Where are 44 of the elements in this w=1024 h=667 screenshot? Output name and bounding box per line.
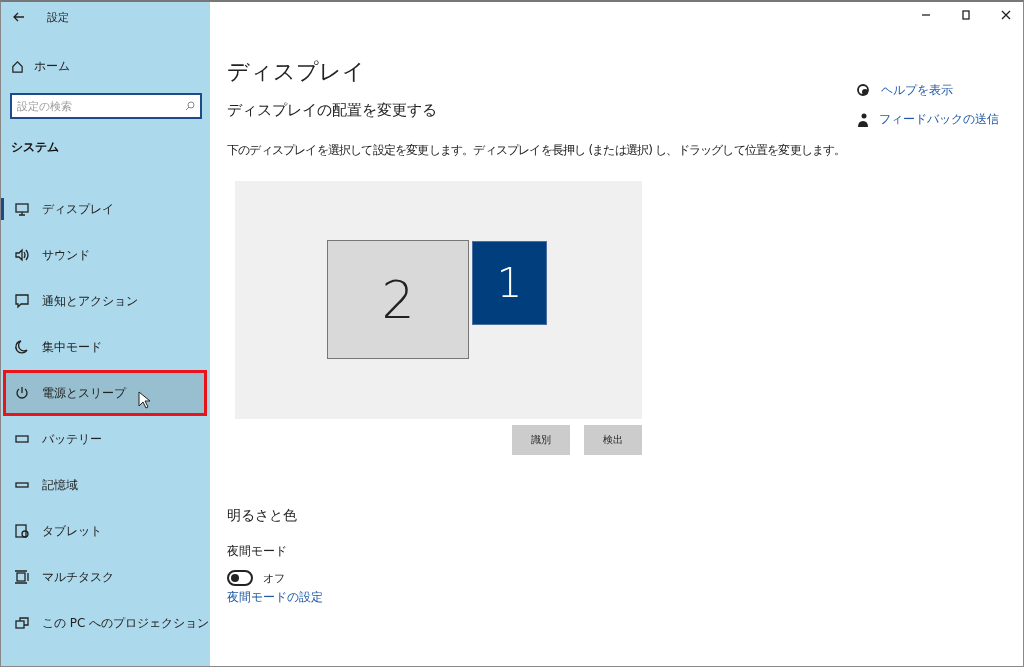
multitask-icon xyxy=(14,569,30,585)
toggle-state: オフ xyxy=(263,570,285,586)
speaker-icon xyxy=(14,247,30,263)
monitor-tile[interactable]: 2 xyxy=(327,240,469,359)
sidebar-item[interactable]: 通知とアクション xyxy=(1,278,210,324)
sidebar-item[interactable]: ディスプレイ xyxy=(1,186,210,232)
sidebar-item[interactable]: サウンド xyxy=(1,232,210,278)
home-icon xyxy=(11,60,24,73)
maximize-icon[interactable] xyxy=(961,10,971,20)
sidebar-item[interactable]: この PC へのプロジェクション xyxy=(1,600,210,646)
sidebar-item[interactable]: 電源とスリープ xyxy=(3,370,207,416)
back-arrow-icon[interactable] xyxy=(13,12,25,22)
power-icon xyxy=(14,385,30,401)
sidebar-item[interactable]: 記憶域 xyxy=(1,462,210,508)
tablet-icon xyxy=(14,523,30,539)
action-button[interactable]: 検出 xyxy=(584,425,642,455)
monitor-tile[interactable]: 1 xyxy=(472,241,547,325)
section-heading: 明るさと色 xyxy=(227,507,298,525)
home-link[interactable]: ホーム xyxy=(1,32,210,75)
sidebar-item[interactable]: 集中モード xyxy=(1,324,210,370)
speech-bubble-icon xyxy=(14,293,30,309)
action-button[interactable]: 識別 xyxy=(512,425,570,455)
help-link[interactable]: フィードバックの送信 xyxy=(857,111,999,128)
projection-icon xyxy=(14,615,30,631)
help-icon xyxy=(857,83,871,98)
person-icon xyxy=(857,112,869,127)
toggle-switch[interactable] xyxy=(227,570,253,586)
cursor-icon xyxy=(138,391,150,409)
search-field[interactable]: 設定の検索 xyxy=(10,93,202,119)
sidebar-item[interactable]: タブレット xyxy=(1,508,210,554)
sidebar-item[interactable]: バッテリー xyxy=(1,416,210,462)
setting-label: 夜間モード xyxy=(227,543,288,560)
settings-link[interactable]: 夜間モードの設定 xyxy=(227,590,323,604)
description: 下のディスプレイを選択して設定を変更します。ディスプレイを長押し (または選択) し、ドラッグして位置を変更します。 xyxy=(227,142,847,159)
help-link[interactable]: ヘルプを表示 xyxy=(857,82,999,99)
search-icon xyxy=(185,101,195,111)
section-heading: システム xyxy=(10,139,60,156)
monitor-icon xyxy=(14,201,30,217)
section-heading: ディスプレイの配置を変更する xyxy=(227,101,438,120)
close-icon[interactable] xyxy=(1001,10,1011,20)
window-title: 設定 xyxy=(47,9,69,25)
sidebar-item[interactable]: マルチタスク xyxy=(1,554,210,600)
moon-icon xyxy=(14,339,30,355)
page-title: ディスプレイ xyxy=(227,58,366,86)
